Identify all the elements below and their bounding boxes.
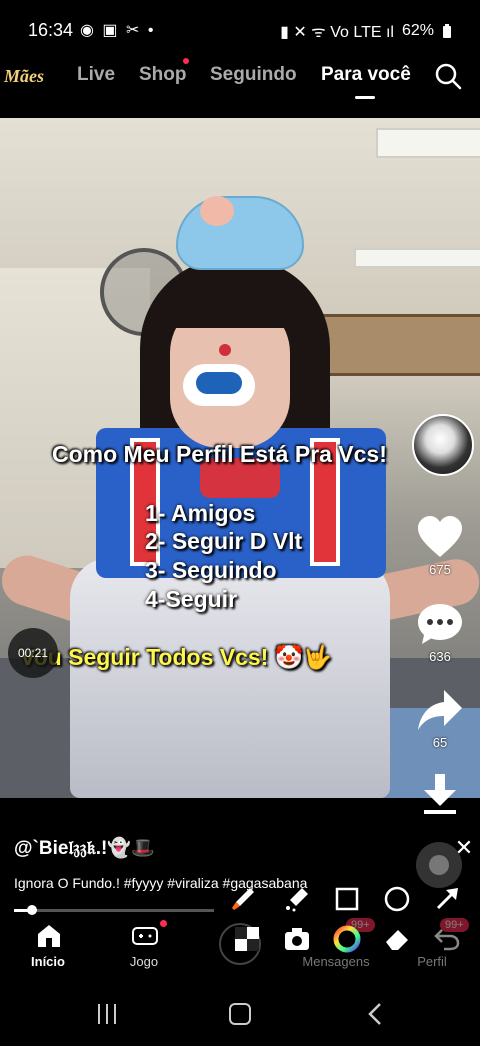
tab-shop[interactable]: Shop — [139, 58, 189, 86]
home-icon — [38, 925, 60, 947]
video-timestamp: 00:21 — [8, 628, 58, 678]
battery-icon — [443, 24, 451, 38]
undo-icon[interactable] — [432, 924, 462, 954]
nav-home-label: Início — [31, 954, 65, 969]
game-notification-dot — [160, 920, 167, 927]
recent-apps-icon[interactable] — [92, 1000, 122, 1028]
overlay-list-item: 3- Seguindo — [145, 557, 277, 583]
shares-count: 65 — [432, 735, 448, 750]
color-picker-icon[interactable] — [332, 924, 362, 954]
system-navigation-bar — [0, 982, 480, 1046]
tab-live[interactable]: Live — [77, 64, 115, 86]
video-progress-handle[interactable] — [27, 905, 37, 915]
top-navigation: Mães Live Shop Seguindo Para você — [0, 58, 480, 118]
comment-icon[interactable] — [416, 602, 464, 646]
tab-shop-label: Shop — [139, 64, 187, 85]
video-progress-track[interactable] — [14, 909, 214, 912]
back-icon[interactable] — [360, 1000, 390, 1028]
comments-count: 636 — [429, 649, 451, 664]
nav-game-label: Jogo — [129, 954, 159, 969]
tab-maes[interactable]: Mães — [4, 66, 44, 87]
search-icon[interactable] — [434, 62, 462, 90]
video-overlay-title: Como Meu Perfil Está Pra Vcs! — [52, 441, 387, 467]
camera-icon[interactable] — [282, 924, 312, 954]
share-icon[interactable] — [416, 688, 464, 732]
heart-icon[interactable] — [416, 515, 464, 559]
download-icon[interactable] — [416, 772, 464, 816]
brush-icon[interactable] — [228, 884, 258, 914]
signal-icons: ▮ ✕ ᯤ Vo LTE ıl — [280, 24, 394, 41]
home-button-icon[interactable] — [225, 1000, 255, 1028]
creator-avatar[interactable] — [412, 414, 474, 476]
overlay-list-item: 4-Seguir — [145, 586, 238, 612]
shop-notification-dot — [183, 58, 189, 64]
battery-level: 62% — [401, 22, 434, 39]
video-overlay-caption: Vou Seguir Todos Vcs! 🤡🤟 — [20, 644, 333, 670]
system-icons: ▮ ✕ ᯤ Vo LTE ıl 62% — [280, 20, 452, 42]
mosaic-icon[interactable] — [232, 924, 262, 954]
overlay-list-item: 1- Amigos — [145, 500, 256, 526]
rectangle-tool-icon[interactable] — [332, 884, 362, 914]
status-bar: 16:34 ◉ ▣ ✂ • ▮ ✕ ᯤ Vo LTE ıl 62% — [0, 0, 480, 62]
close-icon[interactable]: ✕ — [452, 836, 476, 860]
overlay-list-item: 2- Seguir D Vlt — [145, 528, 303, 554]
pen-icon[interactable] — [282, 884, 312, 914]
scene-light — [376, 128, 480, 158]
post-author[interactable]: @`Bie𝔩𝔷𝔷𝔨.!👻🎩 — [14, 836, 155, 860]
scene-light — [354, 248, 480, 268]
notification-icons: ◉ ▣ ✂ • — [80, 22, 156, 39]
game-controller-icon — [132, 927, 158, 945]
clock: 16:34 — [28, 20, 74, 40]
active-tab-indicator — [355, 96, 375, 99]
arrow-tool-icon[interactable] — [432, 884, 462, 914]
circle-tool-icon[interactable] — [382, 884, 412, 914]
tab-for-you[interactable]: Para você — [321, 64, 411, 86]
likes-count: 675 — [429, 562, 451, 577]
tab-following[interactable]: Seguindo — [210, 64, 297, 86]
eraser-icon[interactable] — [382, 924, 412, 954]
screenshot-edit-toolbar — [228, 880, 480, 970]
